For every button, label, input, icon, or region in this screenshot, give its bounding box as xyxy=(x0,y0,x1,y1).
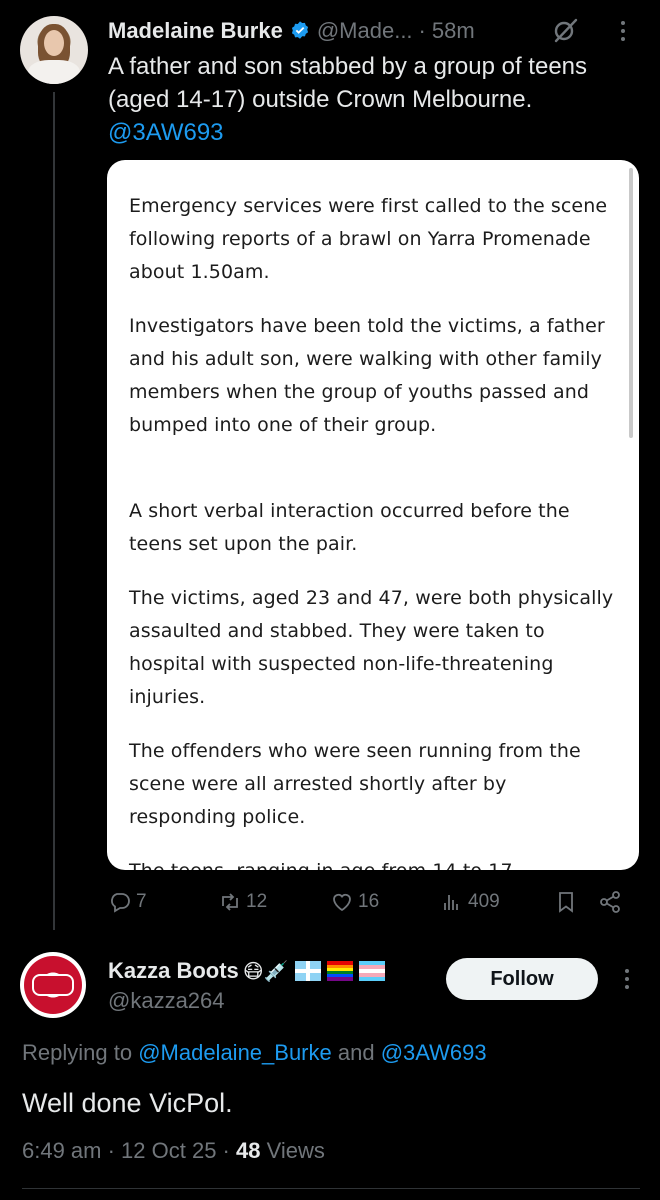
repost-count: 12 xyxy=(246,891,268,912)
image-scrollbar xyxy=(629,168,633,438)
replying-to-mention-2[interactable]: @3AW693 xyxy=(381,1040,487,1065)
avatar-kazza-boots[interactable] xyxy=(20,952,86,1018)
article-paragraph: The offenders who were seen running from… xyxy=(129,740,581,828)
bookmark-icon xyxy=(559,892,573,913)
post-mention-link[interactable]: @3AW693 xyxy=(108,116,648,149)
views-count: 409 xyxy=(468,891,500,912)
reply-button[interactable]: 7 xyxy=(108,884,147,920)
grok-icon[interactable] xyxy=(552,17,578,43)
avatar-madelaine-burke[interactable] xyxy=(20,16,88,84)
share-icon xyxy=(600,891,620,913)
article-paragraph: A short verbal interaction occurred befo… xyxy=(129,500,570,555)
divider xyxy=(22,1188,640,1189)
vaccine-flag-icon xyxy=(294,961,321,981)
reply-author-handle[interactable]: @kazza264 xyxy=(108,988,225,1014)
like-count: 16 xyxy=(358,891,380,912)
thread-connector-line xyxy=(53,92,55,930)
post-action-bar: 7 12 16 409 xyxy=(108,884,638,920)
replying-prefix: Replying to xyxy=(22,1040,139,1065)
replying-to-line: Replying to @Madelaine_Burke and @3AW693 xyxy=(22,1040,487,1066)
post-time[interactable]: 58m xyxy=(432,18,475,44)
verified-badge-icon xyxy=(291,21,308,39)
views-button[interactable]: 409 xyxy=(440,884,500,920)
like-icon xyxy=(333,893,351,912)
post-separator: · xyxy=(418,18,426,43)
pride-flag-icon xyxy=(326,961,353,981)
bookmark-button[interactable] xyxy=(554,884,578,920)
article-paragraph-cutoff: The teens, ranging in age from 14 to 17 xyxy=(129,855,619,870)
follow-button[interactable]: Follow xyxy=(446,958,598,1000)
author-handle[interactable]: @Made... xyxy=(317,18,413,44)
reply-icon xyxy=(111,893,130,913)
like-button[interactable]: 16 xyxy=(330,884,379,920)
repost-button[interactable]: 12 xyxy=(218,884,267,920)
views-icon xyxy=(444,895,458,910)
reply-text: Well done VicPol. xyxy=(22,1088,233,1118)
replying-to-mention-1[interactable]: @Madelaine_Burke xyxy=(138,1040,332,1065)
share-button[interactable] xyxy=(598,884,622,920)
reply-views-label: Views xyxy=(260,1138,325,1163)
author-name[interactable]: Madelaine Burke xyxy=(108,18,283,44)
post-header: Madelaine Burke @Made... · 58m xyxy=(108,14,475,48)
post-image-article-screenshot[interactable]: Emergency services were first called to … xyxy=(107,160,639,870)
replying-and: and xyxy=(331,1040,381,1065)
reply-count: 7 xyxy=(136,891,147,912)
article-paragraph: The victims, aged 23 and 47, were both p… xyxy=(129,587,614,708)
more-icon[interactable] xyxy=(622,966,632,992)
more-icon[interactable] xyxy=(618,18,628,44)
post-body: A father and son stabbed by a group of t… xyxy=(108,53,588,113)
repost-icon xyxy=(222,893,238,911)
name-emojis: 😷💉 xyxy=(242,959,289,983)
reply-timestamp[interactable]: 6:49 am · 12 Oct 25 · xyxy=(22,1138,236,1163)
post-text: A father and son stabbed by a group of t… xyxy=(108,50,648,149)
article-paragraph: Investigators have been told the victims… xyxy=(129,315,605,436)
reply-views-count: 48 xyxy=(235,1138,261,1163)
reply-author-name[interactable]: Kazza Boots xyxy=(108,958,239,984)
trans-flag-icon xyxy=(358,961,385,981)
reply-header: Kazza Boots 😷💉 xyxy=(108,956,385,986)
reply-meta: 6:49 am · 12 Oct 25 · 48 Views xyxy=(22,1138,325,1164)
article-paragraph: Emergency services were first called to … xyxy=(129,195,608,283)
